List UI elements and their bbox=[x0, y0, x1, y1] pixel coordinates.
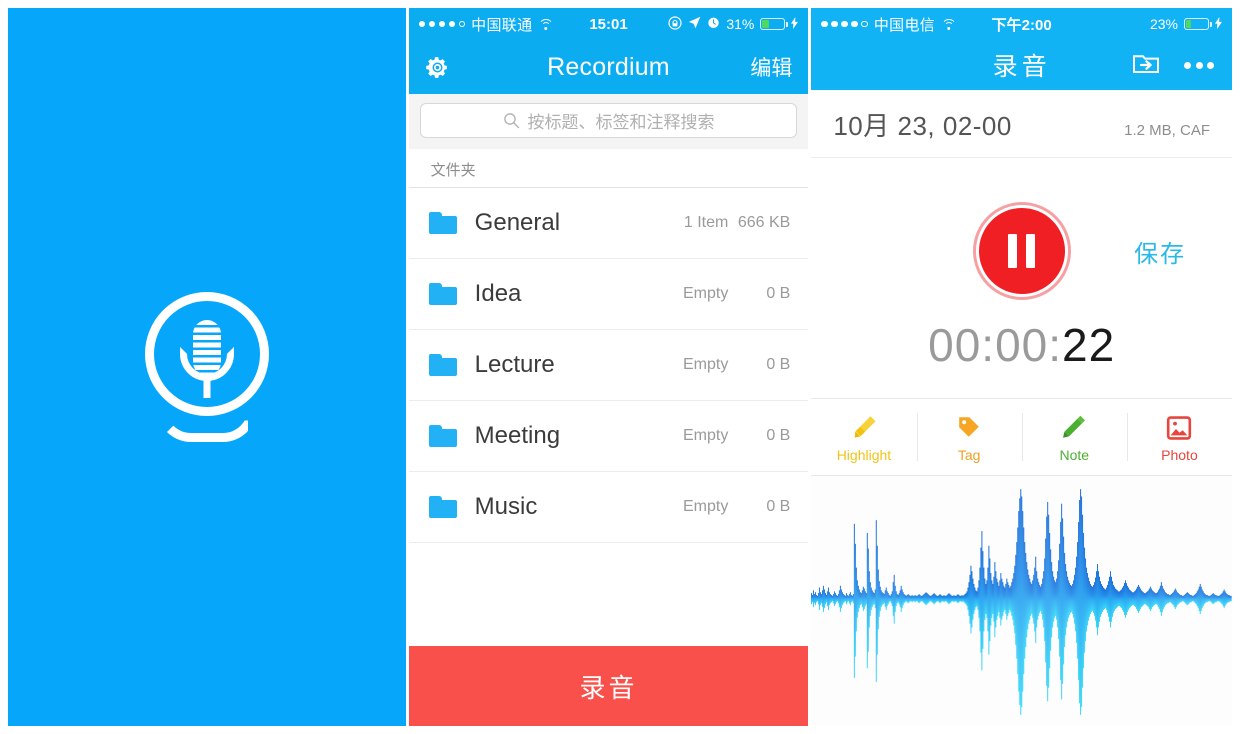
photo-tool-button[interactable]: Photo bbox=[1126, 399, 1232, 475]
folder-list-panel: 中国联通 15:01 31% Recordium 编辑 按标题、标签和注释搜索 … bbox=[408, 8, 809, 726]
pause-button[interactable] bbox=[975, 205, 1068, 297]
wifi-icon bbox=[941, 18, 957, 30]
recording-size: 1.2 MB, CAF bbox=[1124, 122, 1210, 139]
battery-icon bbox=[760, 18, 789, 30]
table-row[interactable]: Lecture Empty 0 B bbox=[408, 329, 809, 400]
mic-stem bbox=[203, 378, 211, 398]
folder-size: 0 B bbox=[766, 356, 791, 373]
gear-icon[interactable] bbox=[425, 55, 450, 80]
highlighter-icon bbox=[850, 412, 878, 440]
recording-title: 10月 23, 02-00 bbox=[833, 111, 1012, 141]
table-row[interactable]: Music Empty 0 B bbox=[408, 471, 809, 542]
splash-background bbox=[8, 8, 406, 726]
pencil-icon bbox=[1061, 412, 1087, 440]
folder-count: Empty bbox=[683, 356, 729, 373]
tool-label: Photo bbox=[1161, 446, 1198, 463]
battery-icon bbox=[1184, 18, 1212, 30]
search-bar-container: 按标题、标签和注释搜索 bbox=[408, 94, 809, 149]
page-title: Recordium bbox=[547, 52, 670, 81]
section-header-folders: 文件夹 bbox=[408, 149, 809, 187]
highlight-tool-button[interactable]: Highlight bbox=[811, 399, 916, 475]
status-bar-middle: 中国联通 15:01 31% bbox=[408, 8, 809, 40]
wifi-icon bbox=[538, 18, 554, 30]
folder-name: General bbox=[474, 209, 561, 236]
folder-count: Empty bbox=[683, 285, 729, 302]
waveform-svg bbox=[811, 489, 1232, 715]
tag-icon bbox=[956, 412, 982, 440]
more-dots-icon[interactable] bbox=[1184, 61, 1214, 69]
folder-icon bbox=[428, 425, 457, 447]
folder-move-icon[interactable] bbox=[1132, 51, 1160, 80]
record-button[interactable]: 录音 bbox=[408, 646, 809, 726]
folder-name: Lecture bbox=[474, 351, 555, 378]
status-left-group: 中国电信 bbox=[821, 14, 957, 35]
folder-size: 0 B bbox=[766, 427, 791, 444]
folder-count: Empty bbox=[683, 498, 729, 515]
battery-percent-label: 23% bbox=[1149, 16, 1178, 32]
search-input[interactable]: 按标题、标签和注释搜索 bbox=[419, 103, 798, 138]
timer-elapsed-dim: 00:00: bbox=[928, 319, 1063, 371]
status-right-group: 31% bbox=[668, 15, 799, 33]
folder-count: Empty bbox=[683, 427, 729, 444]
navbar-actions bbox=[1132, 51, 1214, 80]
rotation-lock-icon bbox=[668, 15, 682, 33]
search-placeholder: 按标题、标签和注释搜索 bbox=[527, 113, 715, 132]
splash-panel bbox=[8, 8, 406, 726]
audio-waveform[interactable] bbox=[811, 476, 1232, 726]
carrier-label: 中国电信 bbox=[873, 16, 936, 34]
timer-elapsed-lit: 22 bbox=[1062, 319, 1116, 371]
folder-icon bbox=[428, 496, 457, 518]
folder-icon bbox=[428, 283, 457, 305]
photo-icon bbox=[1166, 412, 1192, 440]
recording-timer: 00:00:22 bbox=[811, 306, 1232, 398]
signal-strength-icon bbox=[821, 20, 868, 28]
status-left-group: 中国联通 bbox=[418, 14, 554, 35]
logo-arc bbox=[156, 408, 257, 442]
recording-detail-panel: 中国电信 下午2:00 23% 录音 10月 23, 02-00 1.2 MB,… bbox=[811, 8, 1232, 726]
tool-label: Note bbox=[1059, 446, 1090, 463]
folder-size: 0 B bbox=[766, 285, 791, 302]
folder-name: Idea bbox=[474, 280, 522, 307]
microphone-icon bbox=[144, 292, 269, 442]
folder-name: Music bbox=[474, 493, 538, 520]
folder-name: Meeting bbox=[474, 422, 561, 449]
table-row[interactable]: Idea Empty 0 B bbox=[408, 258, 809, 329]
table-row[interactable]: General 1 Item 666 KB bbox=[408, 187, 809, 258]
annotation-toolbar: Highlight Tag Note Photo bbox=[811, 398, 1232, 476]
tool-label: Tag bbox=[957, 446, 981, 463]
recording-controls-area: 保存 00:00:22 bbox=[811, 158, 1232, 398]
recording-meta: 10月 23, 02-00 1.2 MB, CAF bbox=[811, 90, 1232, 158]
tag-tool-button[interactable]: Tag bbox=[916, 399, 1022, 475]
edit-button[interactable]: 编辑 bbox=[750, 52, 792, 82]
folder-icon bbox=[428, 354, 457, 376]
bolt-icon bbox=[1215, 16, 1222, 32]
app-navbar: Recordium 编辑 bbox=[408, 40, 809, 94]
folder-count: 1 Item bbox=[683, 214, 729, 231]
folder-icon bbox=[428, 212, 457, 234]
transport-controls: 保存 bbox=[811, 196, 1232, 306]
folder-size: 666 KB bbox=[737, 214, 791, 231]
bolt-icon bbox=[791, 16, 799, 32]
pause-icon-bar bbox=[1008, 234, 1018, 268]
save-button[interactable]: 保存 bbox=[1134, 234, 1186, 269]
battery-percent-label: 31% bbox=[726, 16, 755, 32]
carrier-label: 中国联通 bbox=[471, 16, 533, 34]
tool-label: Highlight bbox=[836, 446, 892, 463]
table-row[interactable]: Meeting Empty 0 B bbox=[408, 400, 809, 471]
alarm-clock-icon bbox=[707, 16, 720, 32]
status-bar-right: 中国电信 下午2:00 23% bbox=[811, 8, 1232, 40]
recording-navbar: 录音 bbox=[811, 40, 1232, 90]
signal-strength-icon bbox=[418, 20, 466, 28]
list-bottom-divider bbox=[408, 542, 809, 543]
location-arrow-icon bbox=[688, 16, 701, 32]
three-phone-screenshot-stage: 中国联通 15:01 31% Recordium 编辑 按标题、标签和注释搜索 … bbox=[0, 0, 1240, 734]
status-right-group: 23% bbox=[1150, 16, 1222, 32]
folder-list: General 1 Item 666 KB Idea Empty 0 B Lec… bbox=[408, 187, 809, 646]
note-tool-button[interactable]: Note bbox=[1021, 399, 1127, 475]
folder-size: 0 B bbox=[766, 498, 791, 515]
pause-icon-bar bbox=[1026, 234, 1036, 268]
search-icon bbox=[503, 112, 520, 129]
